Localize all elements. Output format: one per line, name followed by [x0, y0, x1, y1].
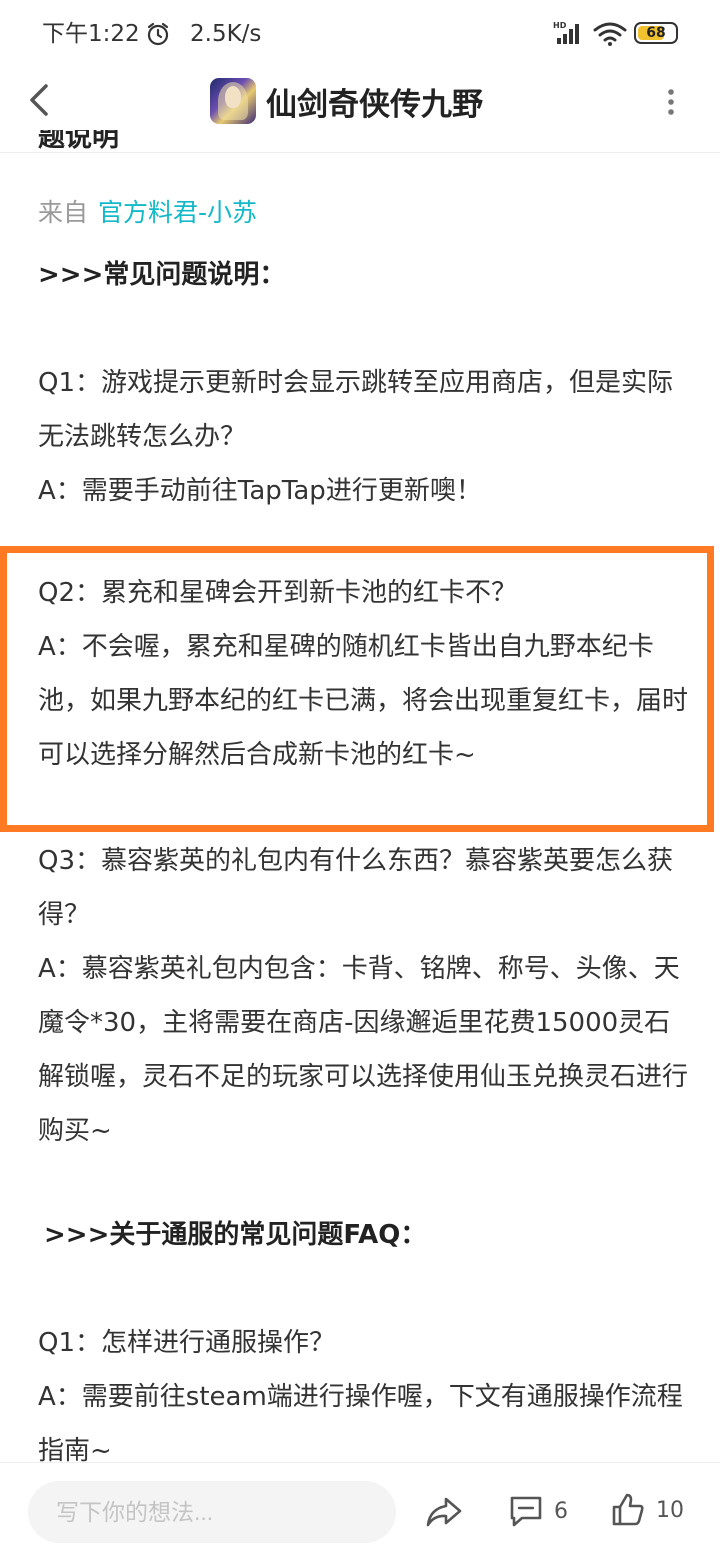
article-title-partial: 题说明	[38, 130, 119, 153]
svg-text:HD: HD	[553, 21, 567, 30]
battery-icon: 68	[634, 22, 678, 44]
more-vertical-icon[interactable]	[656, 84, 686, 120]
faq-question-1: Q1：怎样进行通服操作？	[38, 1328, 336, 1358]
alarm-icon	[147, 22, 169, 46]
highlight-box	[0, 546, 714, 832]
like-button[interactable]: 10	[610, 1489, 684, 1531]
title-group: 仙剑奇侠传九野	[210, 76, 483, 126]
wifi-icon	[593, 22, 627, 46]
answer-1: A：需要手动前往TapTap进行更新噢！	[38, 476, 482, 506]
source-prefix: 来自	[38, 198, 89, 227]
network-speed: 2.5K/s	[190, 21, 262, 47]
question-3: Q3：慕容紫英的礼包内有什么东西？慕容紫英要怎么获得？	[38, 846, 674, 930]
comment-input[interactable]	[28, 1481, 396, 1543]
section-heading-faq: >>>常见问题说明：	[38, 260, 286, 290]
thumbs-up-icon	[612, 1493, 644, 1526]
bottom-action-bar: 6 10	[0, 1462, 720, 1561]
chevron-left-icon[interactable]	[18, 78, 62, 122]
comments-button[interactable]: 6	[508, 1491, 568, 1531]
answer-3: A：慕容紫英礼包内包含：卡背、铭牌、称号、头像、天魔令*30，主将需要在商店-因…	[38, 954, 689, 1146]
article-source: 来自 官方料君-小苏	[38, 196, 257, 230]
page-title: 仙剑奇侠传九野	[266, 86, 483, 123]
share-icon[interactable]	[424, 1493, 464, 1531]
hd-signal-icon: HD	[553, 21, 579, 44]
status-bar: 下午1:22 2.5K/s HD 68	[0, 0, 720, 64]
app-avatar	[210, 78, 256, 124]
battery-level: 68	[646, 25, 666, 41]
like-count: 10	[656, 1497, 684, 1523]
comment-icon	[510, 1496, 542, 1527]
author-link[interactable]: 官方料君-小苏	[98, 198, 257, 227]
comment-count: 6	[554, 1498, 568, 1524]
section-heading-server-faq: >>>关于通服的常见问题FAQ：	[44, 1220, 427, 1250]
status-time: 下午1:22	[42, 21, 140, 47]
question-1: Q1：游戏提示更新时会显示跳转至应用商店，但是实际无法跳转怎么办？	[38, 368, 674, 452]
